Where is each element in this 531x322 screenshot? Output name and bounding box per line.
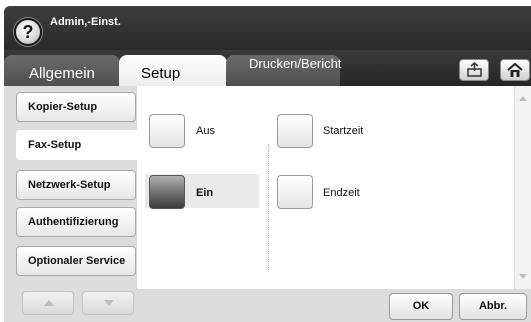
option-aus-label: Aus bbox=[196, 125, 215, 137]
export-button[interactable] bbox=[459, 59, 489, 81]
arrow-down-icon bbox=[104, 300, 114, 306]
sidebar-item-authentifizierung[interactable]: Authentifizierung bbox=[16, 207, 136, 237]
sidebar-scroll-down-button[interactable] bbox=[82, 291, 134, 315]
tab-allgemein-label: Allgemein bbox=[29, 65, 95, 82]
tab-drucken-bericht-label: Drucken/Bericht bbox=[249, 56, 342, 71]
export-icon bbox=[467, 62, 482, 77]
bottom-bar: OK Abbr. bbox=[137, 289, 531, 322]
user-label: Admin,-Einst. bbox=[50, 16, 121, 28]
endzeit-button[interactable] bbox=[277, 175, 313, 209]
tab-drucken-bericht[interactable]: Drucken/Bericht bbox=[226, 55, 342, 86]
home-icon bbox=[507, 62, 523, 77]
endzeit-label: Endzeit bbox=[323, 187, 360, 199]
tab-allgemein[interactable]: Allgemein bbox=[4, 55, 120, 86]
scroll-down-icon[interactable] bbox=[519, 272, 528, 281]
sidebar-scroll-up-button[interactable] bbox=[22, 291, 74, 315]
help-icon[interactable]: ? bbox=[14, 18, 42, 46]
arrow-up-icon bbox=[44, 300, 54, 306]
sidebar-item-netzwerk-setup[interactable]: Netzwerk-Setup bbox=[16, 170, 136, 200]
divider bbox=[268, 144, 269, 272]
tab-strip: Allgemein Setup Drucken/Bericht bbox=[4, 50, 531, 86]
title-bar: ? Admin,-Einst. bbox=[4, 6, 531, 50]
option-ein-checkbox[interactable] bbox=[149, 175, 185, 209]
sidebar-item-fax-setup[interactable]: Fax-Setup bbox=[16, 130, 141, 160]
cancel-button[interactable]: Abbr. bbox=[459, 293, 527, 320]
ok-button[interactable]: OK bbox=[389, 293, 453, 320]
sidebar-item-optionaler-service[interactable]: Optionaler Service bbox=[16, 246, 136, 276]
home-button[interactable] bbox=[500, 59, 530, 81]
startzeit-label: Startzeit bbox=[323, 125, 364, 137]
sidebar: Kopier-Setup Fax-Setup Netzwerk-Setup Au… bbox=[4, 86, 141, 322]
tab-setup[interactable]: Setup bbox=[119, 55, 227, 86]
sidebar-item-kopier-setup[interactable]: Kopier-Setup bbox=[16, 92, 136, 122]
content-scrollbar[interactable] bbox=[514, 86, 531, 289]
option-ein-label: Ein bbox=[196, 187, 214, 199]
fax-setup-content: Aus Ein Startzeit Endzeit bbox=[137, 86, 531, 289]
tab-setup-label: Setup bbox=[141, 65, 181, 82]
screen: ? Admin,-Einst. Allgemein Setup Drucken/… bbox=[0, 0, 531, 322]
option-aus-checkbox[interactable] bbox=[149, 114, 185, 148]
startzeit-button[interactable] bbox=[277, 114, 313, 148]
scroll-up-icon[interactable] bbox=[519, 94, 528, 103]
